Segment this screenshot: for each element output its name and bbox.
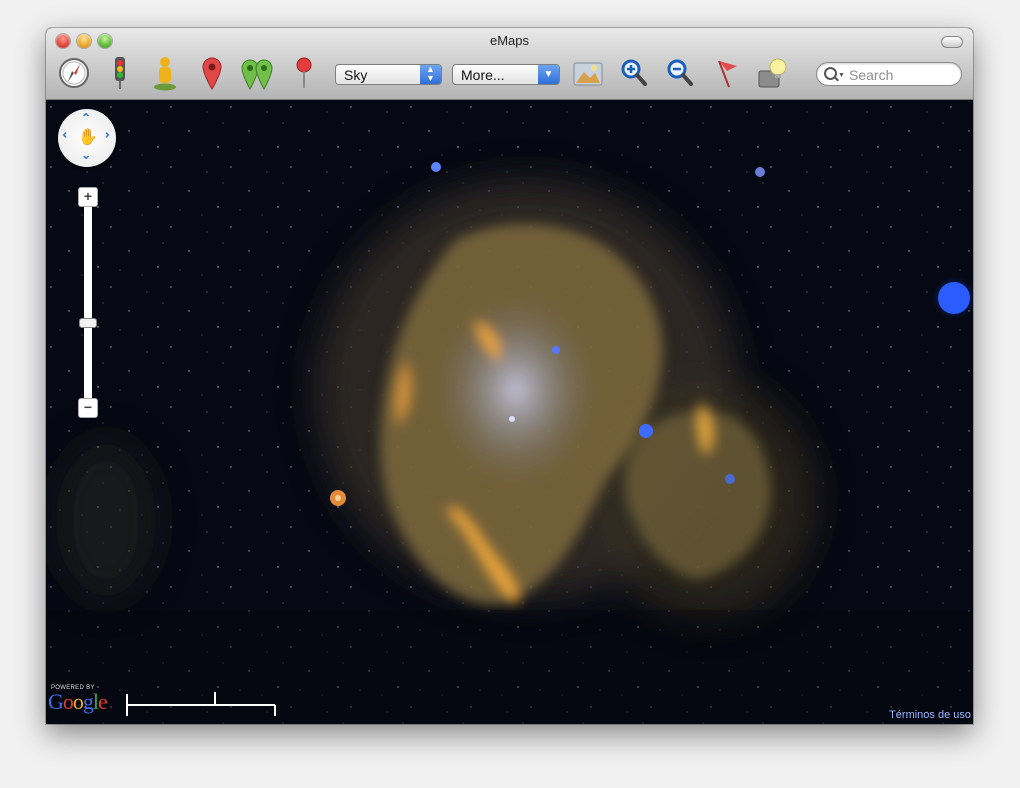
- emaps-window: eMaps Sky ▲ ▼ More... ▼ ▼ Search ⌃ ⌃ ⌃ ⌃…: [46, 28, 973, 724]
- search-input[interactable]: [847, 65, 959, 85]
- updown-arrow-icon: ▲ ▼: [420, 65, 441, 84]
- nebula-sky-image: [46, 100, 973, 724]
- flag-icon[interactable]: [709, 55, 745, 91]
- more-select[interactable]: More... ▼: [452, 64, 560, 85]
- terms-of-use-link[interactable]: Términos de uso: [889, 709, 971, 721]
- street-view-icon[interactable]: [147, 55, 183, 91]
- zoom-slider-track[interactable]: [84, 203, 92, 408]
- compass-icon[interactable]: [56, 55, 92, 91]
- title-bar: eMaps Sky ▲ ▼ More... ▼ ▼ Search: [46, 28, 973, 100]
- info-lamp-icon[interactable]: [755, 55, 791, 91]
- toolbar-toggle-button[interactable]: [941, 36, 963, 48]
- pan-down-icon[interactable]: ⌃: [81, 147, 91, 161]
- pan-right-icon[interactable]: ⌃: [97, 130, 111, 140]
- zoom-in-button[interactable]: +: [78, 187, 98, 207]
- hand-icon: ✋: [78, 129, 98, 146]
- scale-bar: [126, 692, 276, 716]
- push-pin-icon[interactable]: [286, 55, 322, 91]
- map-type-select[interactable]: Sky ▲ ▼: [335, 64, 442, 85]
- google-attribution[interactable]: POWERED BY Google: [48, 685, 108, 714]
- sky-map[interactable]: ⌃ ⌃ ⌃ ⌃ ✋ + − POWERED BY Google Términos…: [46, 100, 973, 724]
- google-logo: Google: [48, 689, 108, 714]
- map-type-select-value: Sky: [344, 67, 368, 83]
- pan-up-icon[interactable]: ⌃: [81, 111, 91, 125]
- zoom-in-icon[interactable]: [616, 55, 652, 91]
- search-icon: [824, 67, 837, 80]
- zoom-slider-thumb[interactable]: [79, 318, 97, 328]
- zoom-out-button[interactable]: −: [78, 398, 98, 418]
- more-select-value: More...: [461, 67, 505, 83]
- chevron-down-icon: ▼: [838, 72, 845, 79]
- map-image-icon[interactable]: [570, 55, 606, 91]
- chevron-down-icon: ▼: [538, 65, 559, 84]
- pan-left-icon[interactable]: ⌃: [61, 130, 75, 140]
- search-field[interactable]: ▼: [816, 62, 962, 86]
- window-title: eMaps: [489, 33, 530, 48]
- route-pins-icon[interactable]: [239, 55, 275, 91]
- pin-icon[interactable]: [194, 55, 230, 91]
- traffic-light-icon[interactable]: [102, 55, 138, 91]
- zoom-out-icon[interactable]: [662, 55, 698, 91]
- pan-control[interactable]: ⌃ ⌃ ⌃ ⌃ ✋: [58, 109, 116, 167]
